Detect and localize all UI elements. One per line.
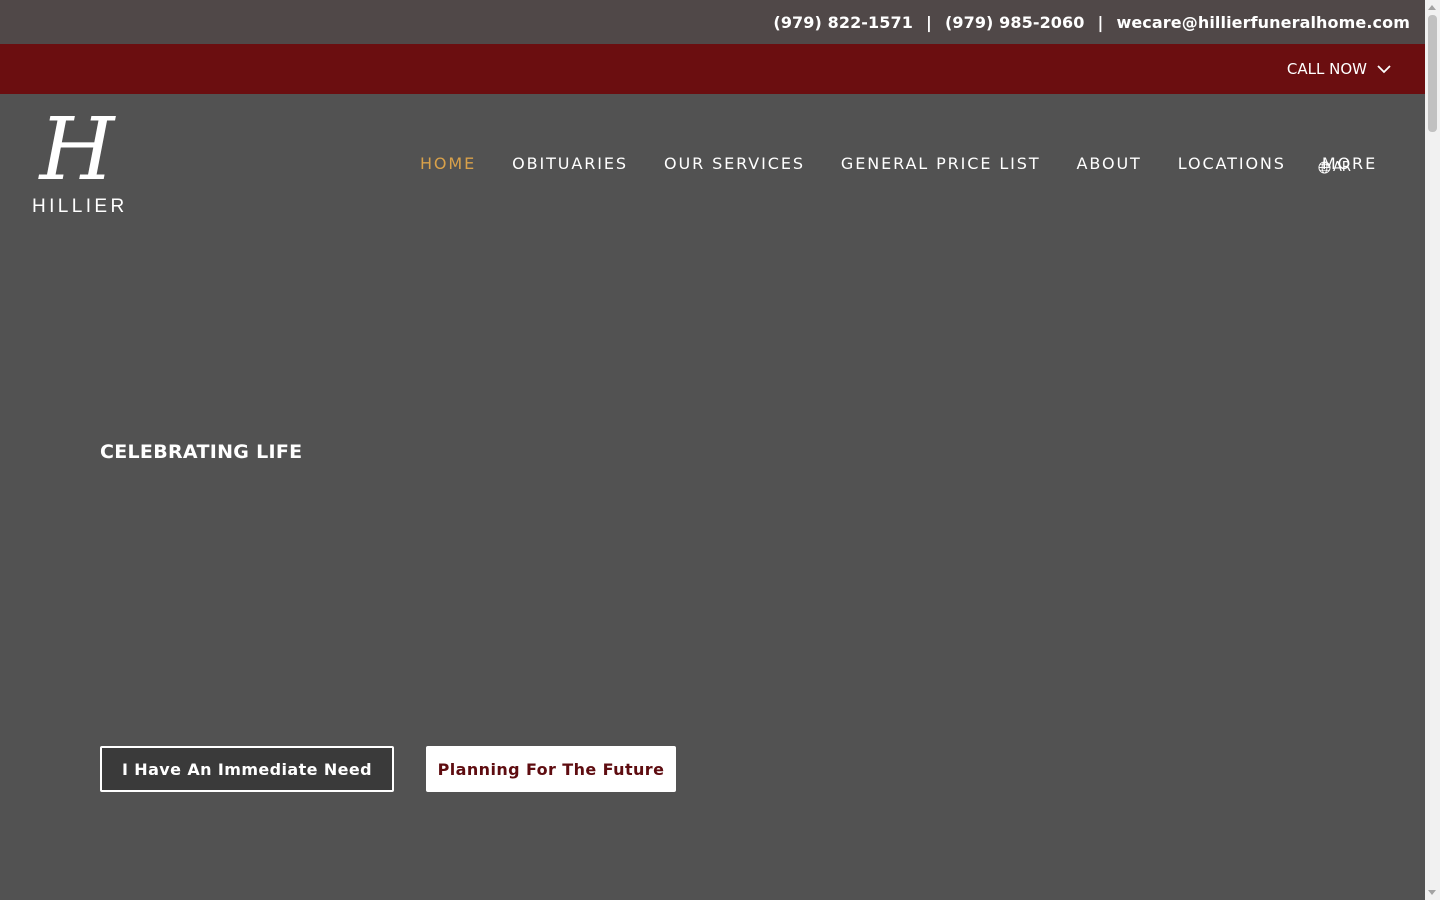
scroll-down-arrow-icon[interactable] — [1428, 890, 1436, 895]
planning-future-button[interactable]: Planning For The Future — [426, 746, 676, 792]
call-now-label: CALL NOW — [1286, 60, 1367, 78]
page: (979) 822-1571 | (979) 985-2060 | wecare… — [0, 0, 1425, 900]
nav-home[interactable]: HOME — [420, 154, 476, 173]
main-nav: HOME OBITUARIES OUR SERVICES GENERAL PRI… — [420, 151, 1377, 175]
immediate-need-button[interactable]: I Have An Immediate Need — [100, 746, 394, 792]
nav-locations[interactable]: LOCATIONS — [1178, 154, 1286, 173]
globe-icon — [1318, 161, 1331, 174]
separator: | — [1097, 12, 1104, 32]
language-code: AR — [1333, 160, 1351, 175]
hero-title: CELEBRATING LIFE — [100, 441, 303, 463]
nav-about[interactable]: ABOUT — [1077, 154, 1142, 173]
nav-general-price-list[interactable]: GENERAL PRICE LIST — [841, 154, 1041, 173]
scroll-up-arrow-icon[interactable] — [1428, 5, 1436, 10]
email-link[interactable]: wecare@hillierfuneralhome.com — [1116, 13, 1410, 32]
contact-bar: (979) 822-1571 | (979) 985-2060 | wecare… — [0, 0, 1425, 44]
logo-monogram: H — [39, 100, 115, 200]
logo-name: HILLIER — [32, 196, 128, 217]
phone-link-2[interactable]: (979) 985-2060 — [945, 13, 1085, 32]
phone-link-1[interactable]: (979) 822-1571 — [773, 13, 913, 32]
nav-our-services[interactable]: OUR SERVICES — [664, 154, 805, 173]
hillier-logo[interactable]: H HILLIER — [18, 100, 136, 220]
vertical-scrollbar[interactable] — [1425, 0, 1440, 900]
call-now-bar: CALL NOW — [0, 44, 1425, 94]
scroll-thumb[interactable] — [1428, 15, 1437, 132]
chevron-down-icon — [1377, 64, 1391, 73]
separator: | — [925, 12, 932, 32]
language-selector[interactable]: AR — [1318, 160, 1351, 175]
call-now-button[interactable]: CALL NOW — [1287, 60, 1391, 78]
nav-obituaries[interactable]: OBITUARIES — [512, 154, 628, 173]
